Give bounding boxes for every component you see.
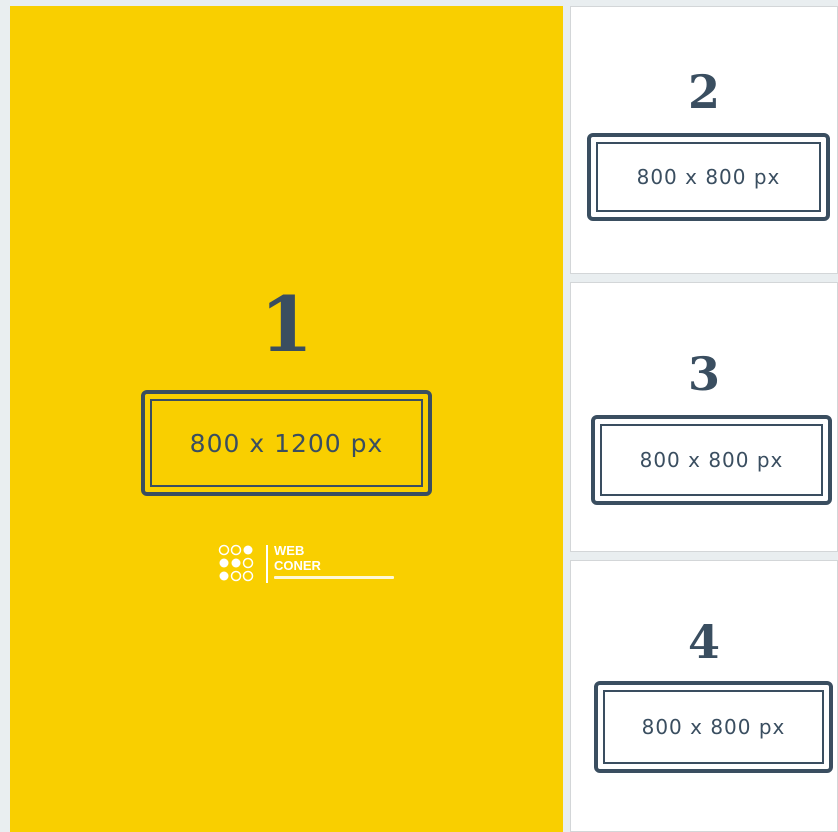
size-label: 800 x 1200 px [150, 399, 423, 487]
panel-number: 1 [260, 280, 313, 369]
logo-tagline [274, 576, 394, 579]
panel-2: 2 800 x 800 px [570, 6, 838, 274]
logo-word-1: WEB [274, 543, 305, 558]
panel-1: 1 800 x 1200 px WEB CONER [10, 6, 563, 832]
size-label: 800 x 800 px [600, 424, 823, 496]
size-label: 800 x 800 px [596, 142, 821, 212]
panel-number: 3 [687, 347, 720, 401]
logo-word-2: CONER [274, 558, 321, 573]
brand-logo: WEB CONER [218, 542, 394, 588]
size-frame: 800 x 800 px [587, 133, 830, 221]
panel-number: 2 [687, 65, 720, 119]
logo-divider [266, 545, 268, 583]
layout-preview: 1 800 x 1200 px WEB CONER 2 800 x 800 px… [0, 0, 838, 832]
panel-3: 3 800 x 800 px [570, 282, 838, 552]
panel-number: 4 [687, 615, 720, 669]
size-frame: 800 x 1200 px [141, 390, 432, 496]
dot-grid-logo-icon [218, 544, 254, 582]
size-frame: 800 x 800 px [591, 415, 832, 505]
panel-4: 4 800 x 800 px [570, 560, 838, 832]
size-frame: 800 x 800 px [594, 681, 833, 773]
size-label: 800 x 800 px [603, 690, 824, 764]
